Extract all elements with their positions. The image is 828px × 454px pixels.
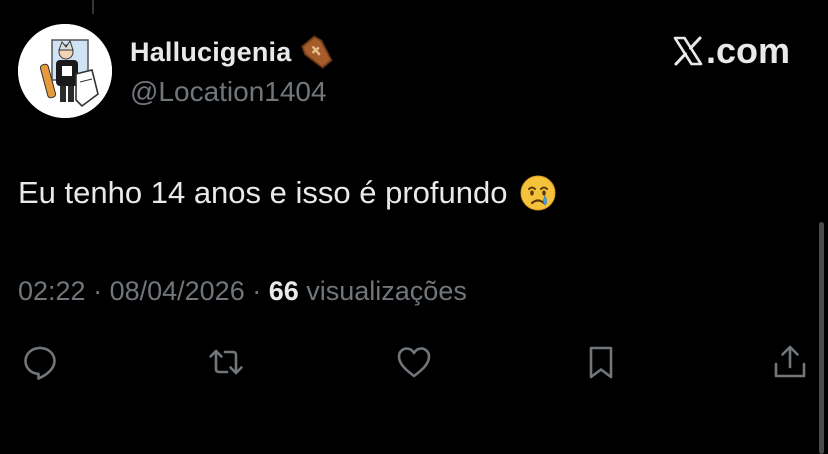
reply-icon: [24, 346, 56, 380]
tweet-text: Eu tenho 14 anos e isso é profundo: [18, 174, 557, 212]
tweet-body: Eu tenho 14 anos e isso é profundo: [18, 175, 508, 210]
author-handle[interactable]: @Location1404: [130, 76, 327, 108]
crying-face-icon: [519, 174, 557, 212]
x-brand-watermark: .com: [672, 30, 790, 72]
scrollbar[interactable]: [819, 222, 824, 454]
meta-separator: ·: [85, 276, 110, 306]
avatar-illustration: [18, 24, 112, 118]
share-icon: [774, 345, 806, 378]
tweet-time[interactable]: 02:22: [18, 276, 86, 306]
views-label[interactable]: visualizações: [299, 276, 467, 306]
brand-suffix: .com: [705, 30, 790, 71]
tweet-action-bar: [0, 340, 828, 384]
share-button[interactable]: [768, 340, 812, 384]
tweet-meta: 02:22 · 08/04/2026 · 66 visualizações: [18, 276, 467, 307]
reply-button[interactable]: [18, 340, 62, 384]
thread-connector-line: [92, 0, 94, 14]
author-name-row: Hallucigenia: [130, 32, 337, 72]
tweet-date[interactable]: 08/04/2026: [110, 276, 245, 306]
bookmark-icon: [589, 346, 613, 379]
coffin-icon: [297, 32, 337, 72]
like-button[interactable]: [392, 340, 436, 384]
author-display-name[interactable]: Hallucigenia: [130, 37, 291, 68]
x-logo-icon: [673, 36, 703, 66]
meta-separator: ·: [244, 276, 269, 306]
retweet-button[interactable]: [204, 340, 248, 384]
heart-icon: [397, 347, 431, 378]
bookmark-button[interactable]: [579, 340, 623, 384]
views-count[interactable]: 66: [269, 276, 299, 306]
retweet-icon: [209, 349, 243, 375]
avatar[interactable]: [18, 24, 112, 118]
